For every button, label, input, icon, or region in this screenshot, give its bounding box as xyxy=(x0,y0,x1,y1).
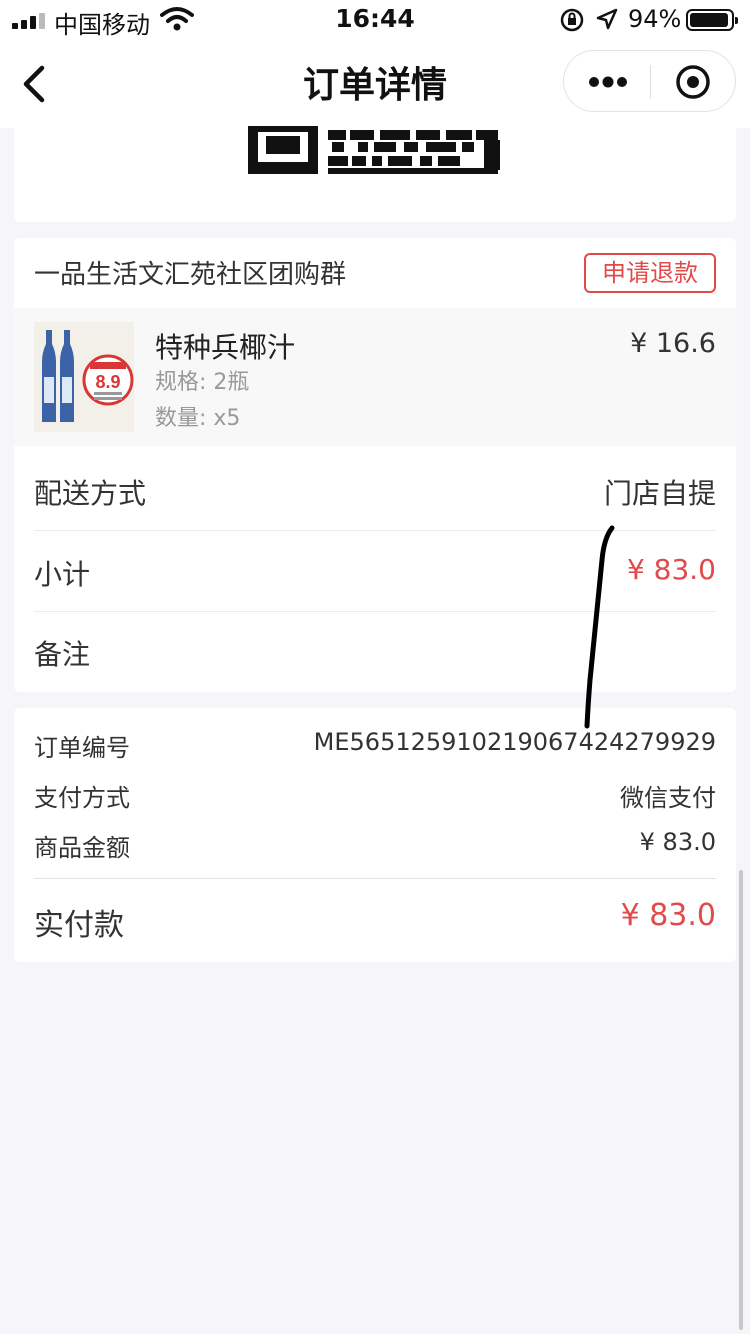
delivery-value: 门店自提 xyxy=(603,477,716,510)
pickup-barcode xyxy=(248,126,500,174)
payment-method-row: 支付方式 微信支付 xyxy=(34,774,716,814)
paid-amount-row: 实付款 ¥ 83.0 xyxy=(34,896,716,944)
note-row[interactable]: 备注 xyxy=(34,611,716,691)
scrollbar[interactable] xyxy=(739,870,743,1330)
subtotal-value: ¥ 83.0 xyxy=(626,553,716,586)
order-info-card: 订单编号 ME565125910219067424279929 支付方式 微信支… xyxy=(14,708,736,962)
nav-bar: 订单详情 xyxy=(0,40,750,128)
paid-amount-label: 实付款 xyxy=(34,908,124,943)
payment-method-label: 支付方式 xyxy=(34,784,130,812)
refund-button[interactable]: 申请退款 xyxy=(584,253,716,293)
order-item[interactable]: 8.9 特种兵椰汁 规格: 2瓶 数量: x5 ¥ 16.6 xyxy=(14,308,736,446)
shop-name: 一品生活文汇苑社区团购群 xyxy=(34,260,347,290)
goods-amount-row: 商品金额 ¥ 83.0 xyxy=(34,824,716,864)
battery-percent: 94% xyxy=(628,5,682,33)
more-dots-icon[interactable] xyxy=(586,69,630,95)
order-card: 一品生活文汇苑社区团购群 申请退款 8.9 特种兵椰汁 规格: 2瓶 数量: x… xyxy=(14,238,736,692)
order-number-value[interactable]: ME565125910219067424279929 xyxy=(314,728,716,756)
order-number-row: 订单编号 ME565125910219067424279929 xyxy=(34,724,716,764)
orientation-lock-icon xyxy=(560,8,584,32)
paid-amount-value: ¥ 83.0 xyxy=(620,898,716,933)
subtotal-row: 小计 ¥ 83.0 xyxy=(34,531,716,612)
thumb-price-badge: 8.9 xyxy=(95,372,120,392)
target-circle-icon[interactable] xyxy=(674,63,712,101)
product-spec: 规格: 2瓶 xyxy=(155,370,250,395)
battery-icon xyxy=(686,9,738,31)
product-name: 特种兵椰汁 xyxy=(155,331,296,364)
delivery-row: 配送方式 门店自提 xyxy=(34,450,716,531)
order-number-label: 订单编号 xyxy=(34,734,130,762)
product-quantity: 数量: x5 xyxy=(155,406,241,431)
subtotal-label: 小计 xyxy=(34,558,91,591)
status-bar: 中国移动 16:44 94% xyxy=(0,0,750,40)
payment-method-value: 微信支付 xyxy=(620,784,716,812)
note-label: 备注 xyxy=(34,638,91,671)
divider xyxy=(34,878,716,879)
product-price: ¥ 16.6 xyxy=(630,328,716,359)
mini-program-capsule xyxy=(563,50,736,112)
product-thumbnail: 8.9 xyxy=(34,322,134,432)
pickup-code-card xyxy=(14,126,736,222)
location-arrow-icon xyxy=(596,8,618,30)
delivery-label: 配送方式 xyxy=(34,477,147,510)
goods-amount-value: ¥ 83.0 xyxy=(639,828,716,856)
capsule-divider xyxy=(650,65,651,99)
goods-amount-label: 商品金额 xyxy=(34,834,130,862)
